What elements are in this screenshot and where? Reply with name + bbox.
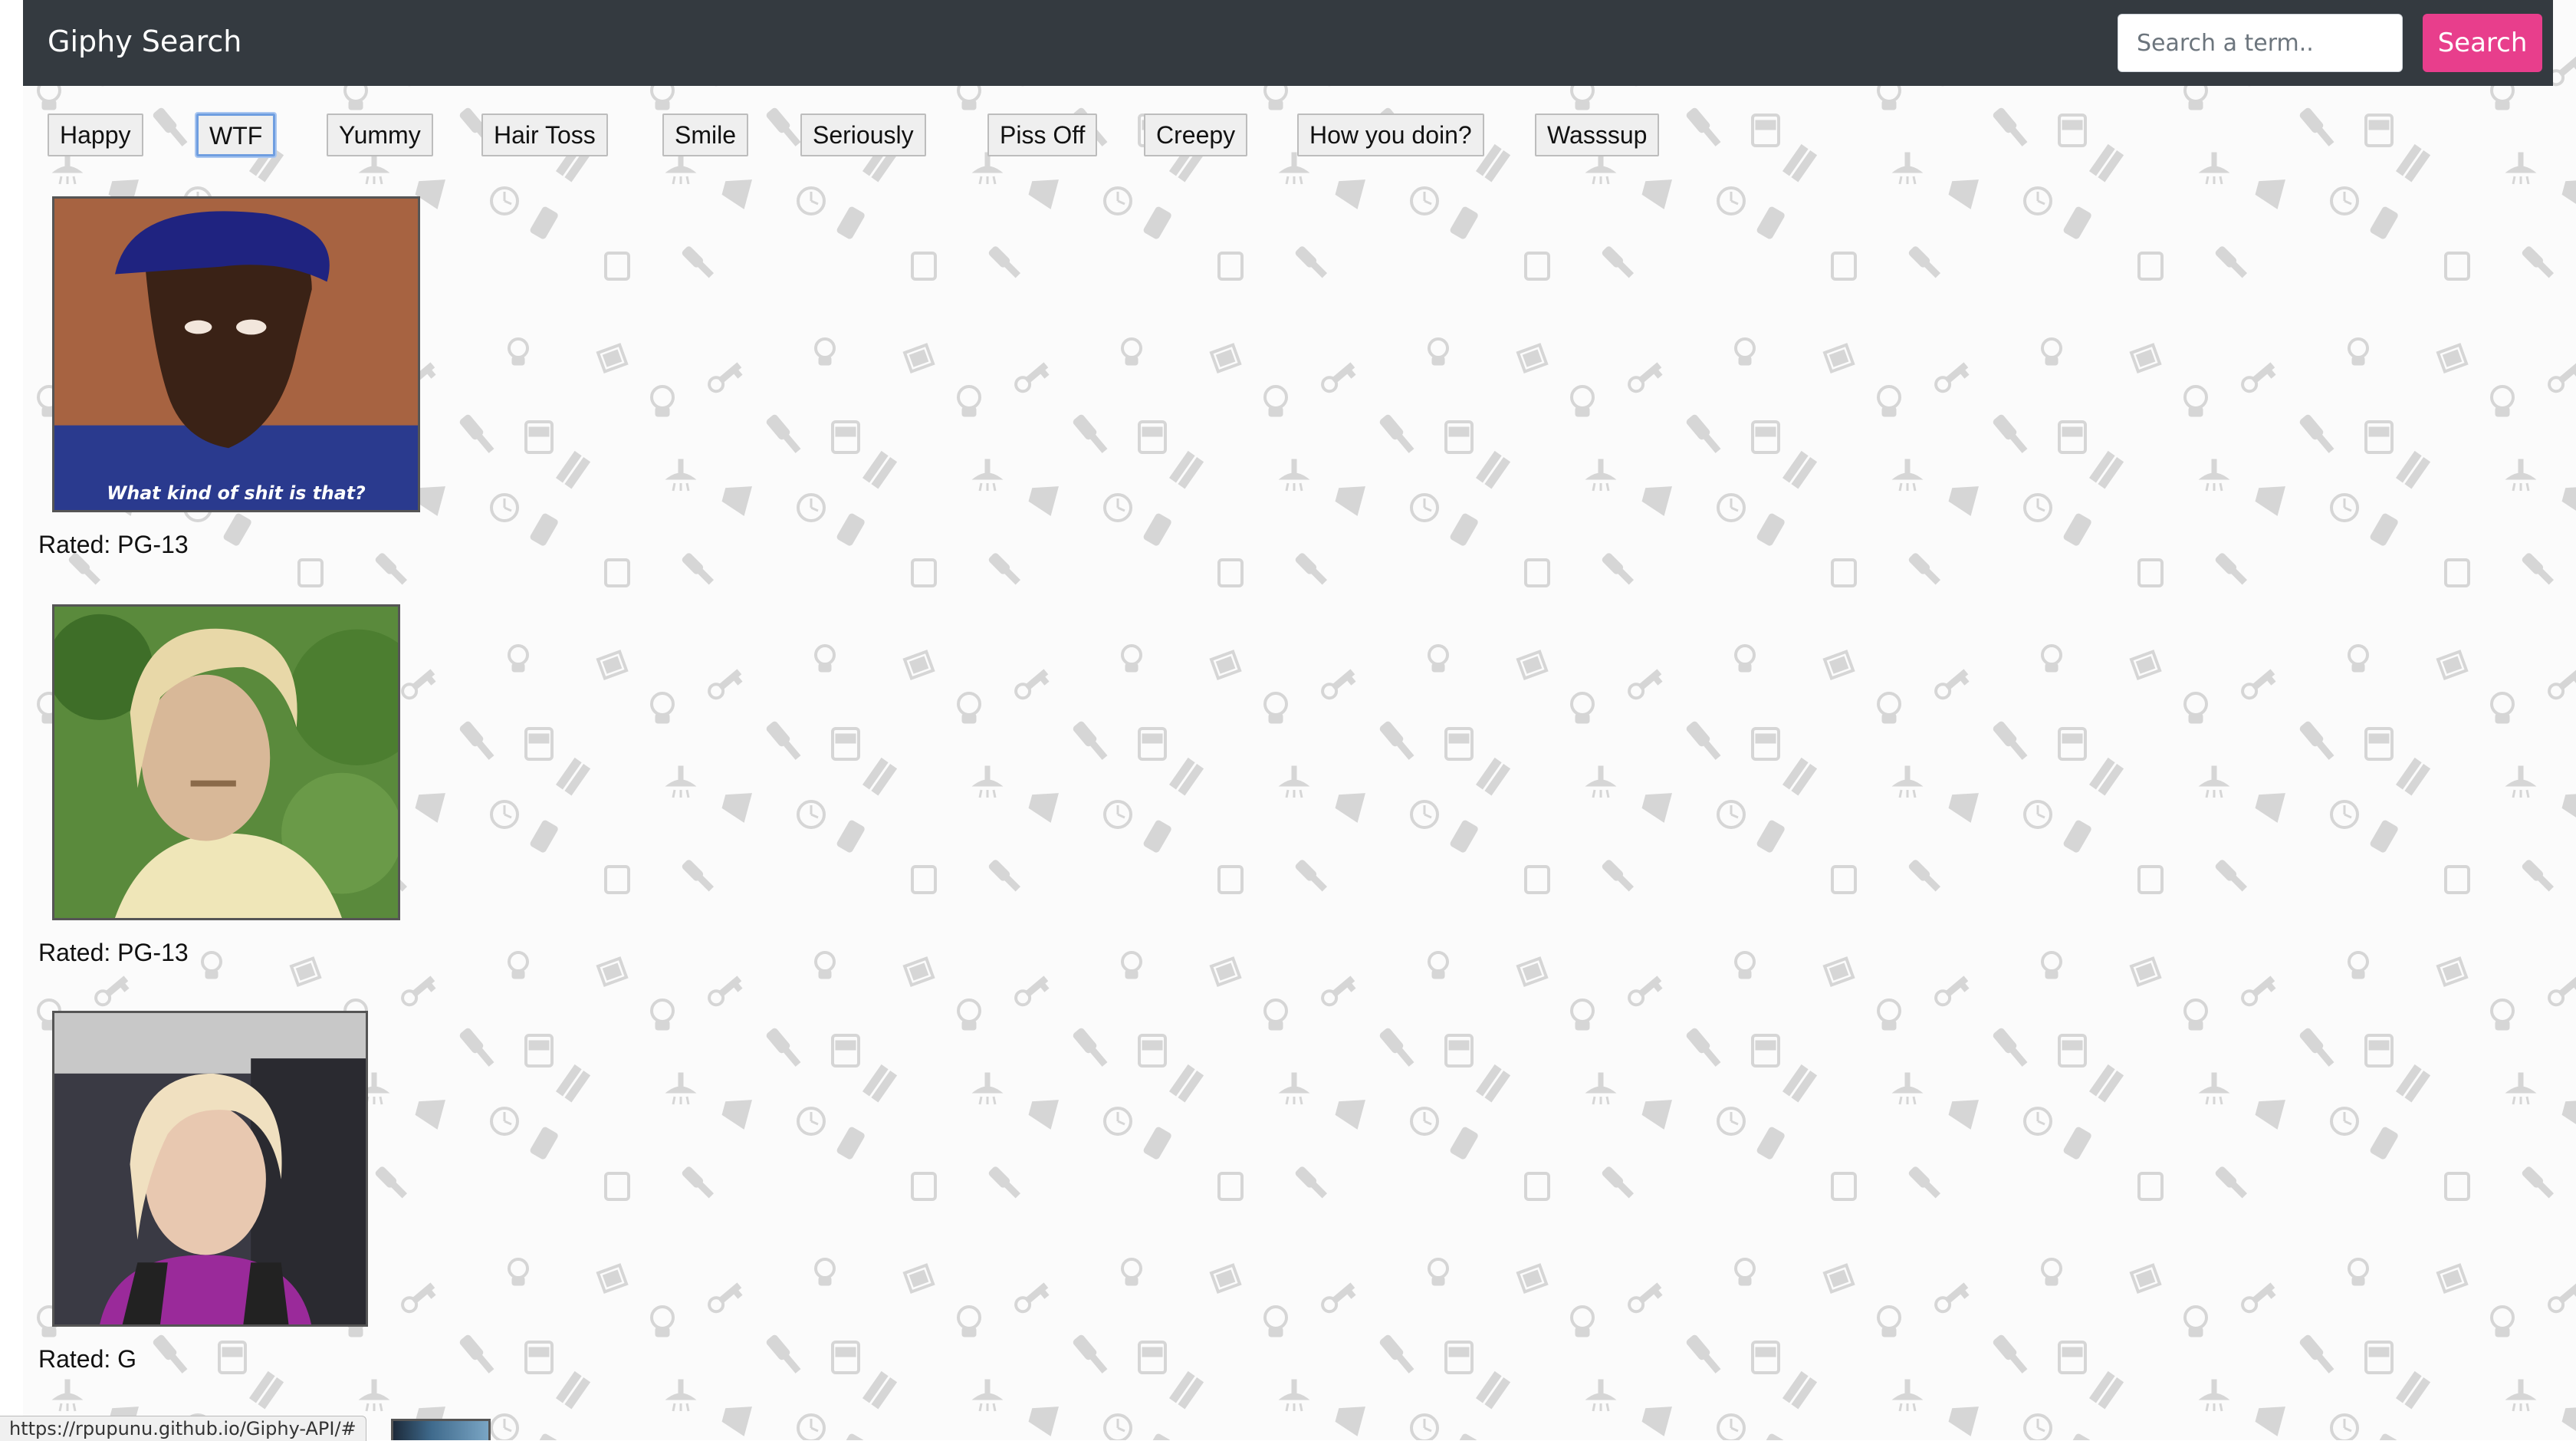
gif-image[interactable] [52, 604, 400, 920]
gif-illustration [54, 1013, 366, 1324]
topic-button-wtf[interactable]: WTF [194, 112, 278, 158]
topic-button-wasssup[interactable]: Wasssup [1535, 114, 1660, 156]
gif-image[interactable]: What kind of shit is that? [52, 196, 420, 512]
topic-button-yummy[interactable]: Yummy [327, 114, 433, 156]
topic-button-piss-off[interactable]: Piss Off [987, 114, 1098, 156]
topic-button-hair-toss[interactable]: Hair Toss [481, 114, 608, 156]
topic-button-how-you-doin[interactable]: How you doin? [1297, 114, 1484, 156]
gif-image[interactable] [391, 1419, 491, 1440]
gif-caption: What kind of shit is that? [107, 482, 366, 504]
app-title[interactable]: Giphy Search [48, 21, 242, 61]
gif-image[interactable] [52, 1011, 368, 1327]
gif-illustration [54, 607, 398, 918]
gif-rating: Rated: G [38, 1345, 137, 1373]
navbar: Giphy Search Search [23, 0, 2553, 86]
gif-rating: Rated: PG-13 [38, 939, 189, 966]
topic-button-seriously[interactable]: Seriously [800, 114, 926, 156]
status-bar-url: https://rpupunu.github.io/Giphy-API/# [0, 1416, 366, 1441]
gif-illustration: What kind of shit is that? [54, 199, 418, 510]
search-input[interactable] [2118, 14, 2403, 72]
topic-button-smile[interactable]: Smile [662, 114, 749, 156]
search-button[interactable]: Search [2423, 14, 2542, 72]
page: Giphy Search Search Happy WTF Yummy Hair… [23, 0, 2576, 1440]
gif-rating: Rated: PG-13 [38, 531, 189, 558]
topic-button-creepy[interactable]: Creepy [1144, 114, 1248, 156]
topic-button-happy[interactable]: Happy [48, 114, 143, 156]
